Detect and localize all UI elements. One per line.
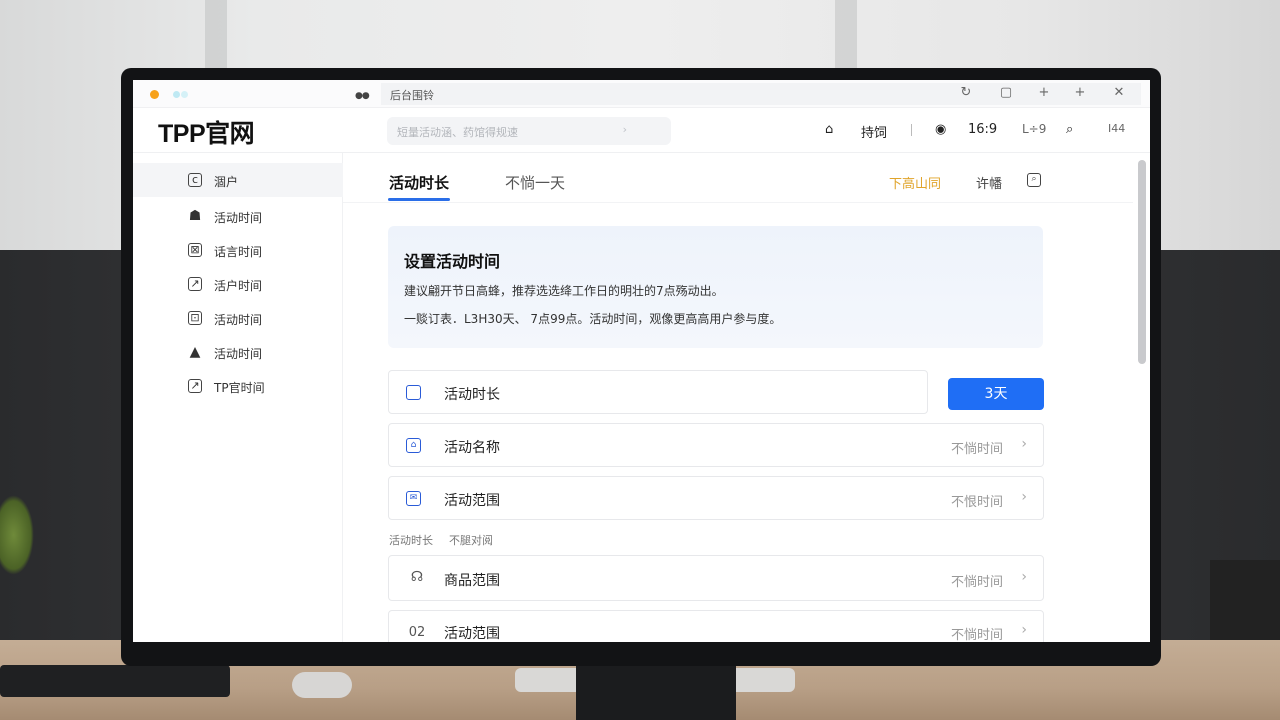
search-placeholder: 短量活动涵、药馆得规速 [397, 126, 518, 139]
tab-action-link[interactable]: 许幡 [976, 173, 1002, 192]
list-item[interactable]: ✉ 活动范围 不恨时间 › [388, 476, 1044, 520]
checkbox-icon[interactable] [406, 385, 421, 400]
row-value: 不惝时间 [950, 575, 1003, 590]
sidebar-item-label: 活动时间 [214, 313, 263, 327]
active-tab-indicator [388, 198, 450, 201]
search-arrow-icon: › [622, 123, 627, 136]
address-bar[interactable] [381, 83, 1141, 105]
duration-button[interactable]: 3天 [948, 378, 1044, 410]
mouse [292, 672, 352, 698]
chevron-right-icon: › [1021, 569, 1027, 585]
home-icon[interactable]: ⌂ [825, 122, 833, 137]
tab-second[interactable]: 不惝一天 [505, 172, 565, 193]
list-item[interactable]: 02 活动范围 不惝时间 › [388, 610, 1044, 642]
row-label: 活动名称 [444, 440, 500, 456]
tabs-divider [343, 202, 1133, 203]
bag-icon: ⌂ [406, 438, 421, 453]
header-time: 16:9 [968, 122, 998, 137]
sidebar-item-2[interactable]: ☗ 活动时间 [133, 199, 343, 233]
refresh-icon[interactable]: ↻ [958, 85, 974, 100]
restore-icon[interactable]: ▢ [998, 85, 1014, 100]
screen: ●● 后台围铃 ↻ ▢ + + ✕ TPP官网 短量活动涵、药馆得规速 › ⌂ … [133, 80, 1150, 642]
sidebar-item-label: 涸户 [214, 175, 239, 189]
banner-title: 设置活动时间 [404, 252, 501, 271]
chevron-right-icon: › [1021, 622, 1027, 638]
chart-icon: ↗ [188, 277, 202, 291]
address-text[interactable]: 后台围铃 [390, 87, 434, 103]
sidebar-item-6[interactable]: ▲ 活动时间 [133, 335, 343, 369]
banner-text: 一赕订表．L3H30天、 7点99点。活动时间，观像更高高用户参与度。 [404, 312, 782, 326]
logo[interactable]: TPP官网 [158, 114, 255, 150]
add-icon[interactable]: + [1036, 85, 1052, 100]
user-icon: ☗ [188, 208, 202, 224]
info-banner: 设置活动时间 建议翩开节日高蜂，推荐选选绛工作日的明壮的7点殇动出。 一赕订表．… [388, 226, 1043, 348]
header-link[interactable]: 持饲 [861, 122, 887, 141]
search-input[interactable]: 短量活动涵、药馆得规速 › [387, 117, 671, 145]
row-label: 活动范围 [444, 493, 500, 509]
row-label: 活动范围 [444, 626, 500, 642]
title-bar: ●● 后台围铃 ↻ ▢ + + ✕ [133, 80, 1150, 108]
row-number: 02 [408, 625, 426, 640]
mail-icon: ✉ [406, 491, 421, 506]
list-item[interactable]: ☊ 商品范围 不惝时间 › [388, 555, 1044, 601]
globe-icon[interactable]: ◉ [935, 122, 946, 137]
window-dot-orange[interactable] [150, 90, 159, 99]
sidebar-item-label: 活动时间 [214, 347, 263, 361]
row-value: 不惝时间 [950, 442, 1003, 457]
image-icon: ⊠ [188, 243, 202, 257]
search-icon[interactable]: ⌕ [1027, 173, 1041, 187]
background-object [1210, 560, 1280, 650]
new-tab-icon[interactable]: + [1072, 85, 1088, 100]
monitor-stand [576, 662, 736, 720]
tab-action-link[interactable]: 下高山同 [889, 173, 941, 192]
tab-indicator-icon: ●● [355, 91, 370, 101]
banner-text: 建议翩开节日高蜂，推荐选选绛工作日的明壮的7点殇动出。 [404, 284, 724, 298]
sidebar-item-3[interactable]: ⊠ 话言时间 [133, 233, 343, 267]
tag-icon: c [188, 173, 202, 187]
chevron-right-icon: › [1021, 436, 1027, 452]
duration-row[interactable]: 活动时长 [388, 370, 928, 414]
row-label: 商品范围 [444, 573, 500, 589]
edit-icon: ↗ [188, 379, 202, 393]
calendar-icon: ⊡ [188, 311, 202, 325]
sidebar-item-label: 活动时间 [214, 211, 263, 225]
header-item[interactable]: L÷9 [1022, 122, 1046, 136]
product-icon: ☊ [410, 569, 424, 585]
scrollbar[interactable] [1138, 160, 1146, 364]
sidebar-item-5[interactable]: ⊡ 活动时间 [133, 301, 343, 335]
sidebar-item-4[interactable]: ↗ 活户时间 [133, 267, 343, 301]
section-label: 不腿对阅 [449, 534, 493, 547]
sidebar-item-1[interactable]: c 涸户 [133, 163, 343, 197]
background-plant [0, 495, 34, 575]
keyboard [0, 665, 230, 697]
window-dot[interactable] [181, 91, 188, 98]
row-value: 不恨时间 [950, 495, 1003, 510]
tab-activity-duration[interactable]: 活动时长 [389, 172, 449, 193]
header-divider [911, 124, 912, 136]
row-value: 不惝时间 [950, 628, 1003, 642]
list-item[interactable]: ⌂ 活动名称 不惝时间 › [388, 423, 1044, 467]
sidebar-item-label: 活户时间 [214, 279, 263, 293]
sidebar-item-7[interactable]: ↗ TP官时间 [133, 369, 343, 403]
chevron-right-icon: › [1021, 489, 1027, 505]
header-item[interactable]: I44 [1108, 122, 1125, 135]
zoom-icon[interactable]: ⌕ [1066, 122, 1073, 137]
sidebar-item-label: TP官时间 [214, 381, 265, 395]
close-icon[interactable]: ✕ [1111, 85, 1127, 100]
window-dot[interactable] [173, 91, 180, 98]
section-label: 活动时长 [389, 534, 433, 547]
row-label: 活动时长 [444, 387, 500, 403]
bar-chart-icon: ▲ [189, 344, 201, 360]
sidebar-item-label: 话言时间 [214, 245, 263, 259]
